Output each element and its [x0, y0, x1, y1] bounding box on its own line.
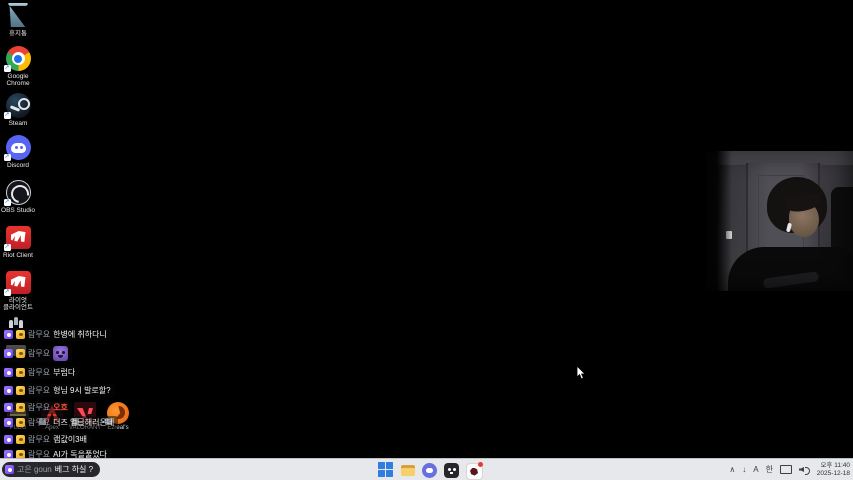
tray-chevron-up-icon[interactable]: ∧	[729, 459, 735, 480]
chat-username: 람무요	[28, 403, 51, 412]
chat-text: 베그 하실 ?	[54, 465, 94, 474]
obs-studio-icon: ↗	[3, 180, 31, 206]
start-button[interactable]	[378, 461, 394, 478]
shortcut-arrow-icon: ↗	[3, 154, 11, 161]
webcam-overlay	[706, 151, 853, 291]
chat-text: 한병에 취하다니	[53, 330, 107, 339]
desktop-icon-label: Discord	[6, 162, 30, 169]
dark-app-taskbar-icon[interactable]	[444, 462, 460, 478]
taskbar: ∧ ↓ A 한 오후 11:40 2025-12-18	[0, 458, 853, 480]
desktop-icon-riot-client[interactable]: ↗ Riot Client	[0, 225, 36, 259]
chat-text: 부럽다	[53, 368, 76, 377]
chat-message: 람무요 한병에 취하다니	[2, 328, 111, 341]
app-with-notification-icon[interactable]	[466, 461, 483, 480]
ime-korean-indicator[interactable]: 한	[766, 459, 773, 480]
chat-message: 람무요 형님 9시 발로할?	[2, 384, 115, 397]
chat-message: 람무요 오호	[2, 401, 72, 414]
mouse-cursor	[576, 366, 586, 380]
taskbar-clock[interactable]: 오후 11:40 2025-12-18	[817, 462, 850, 477]
subscriber-badge-icon	[5, 465, 14, 474]
subscriber-badge-icon	[4, 349, 13, 358]
desktop-icon-label: Riot Client	[3, 252, 33, 259]
shortcut-arrow-icon: ↗	[3, 199, 11, 206]
discord-icon: ↗	[3, 135, 31, 161]
discord-taskbar-icon[interactable]	[422, 462, 438, 478]
desktop-icon-riot-client-kr[interactable]: ↗ 라이엇 클라이언트	[0, 270, 36, 311]
subscriber-badge-icon	[4, 403, 13, 412]
chat-username: 람무요	[28, 435, 51, 444]
desktop-icon-discord[interactable]: ↗ Discord	[0, 135, 36, 169]
recycle-bin-icon	[6, 3, 31, 28]
chat-text: 램값이3배	[53, 435, 87, 444]
clock-date: 2025-12-18	[816, 469, 850, 477]
chat-username: 람무요	[28, 386, 51, 395]
chat-username: 람무요	[28, 349, 51, 358]
chat-text: 형님 9시 발로할?	[53, 386, 111, 395]
desktop-icon-label: OBS Studio	[1, 207, 35, 214]
file-explorer-icon[interactable]	[400, 462, 416, 478]
fan-badge-icon	[16, 435, 25, 444]
desktop-icon-label: 휴지통	[9, 30, 27, 37]
fan-badge-icon	[16, 403, 25, 412]
display-tray-icon[interactable]	[780, 465, 792, 474]
tray-download-arrow-icon[interactable]: ↓	[742, 459, 746, 480]
shortcut-arrow-icon: ↗	[3, 112, 11, 119]
chat-message-pinned: 고은 goun 베그 하실 ?	[2, 462, 101, 477]
fan-badge-icon	[16, 386, 25, 395]
desktop-icon-label: 라이엇 클라이언트	[3, 297, 33, 311]
subscriber-badge-icon	[4, 330, 13, 339]
desktop-icon-chrome[interactable]: ↗ Google Chrome	[0, 46, 36, 87]
fan-badge-icon	[16, 330, 25, 339]
chat-username: 람무요	[28, 330, 51, 339]
chat-username: 람무요	[28, 368, 51, 377]
desktop-icon-label: Steam	[8, 120, 28, 127]
webcam-vignette	[706, 151, 853, 291]
chat-username: 고은 goun	[17, 465, 52, 474]
desktop-icon-obs[interactable]: ↗ OBS Studio	[0, 180, 36, 214]
chat-message: 람무요 더즈 업글해러온데	[2, 416, 119, 429]
fan-badge-icon	[16, 418, 25, 427]
desktop-icon-steam[interactable]: ↗ Steam	[0, 93, 36, 127]
ime-english-indicator[interactable]: A	[753, 459, 758, 480]
fan-badge-icon	[16, 368, 25, 377]
chat-username: 람무요	[28, 418, 51, 427]
chat-text: 더즈 업글해러온데	[53, 418, 115, 427]
crying-emote-icon	[53, 346, 69, 361]
shortcut-arrow-icon: ↗	[3, 289, 11, 296]
chat-message: 람무요	[2, 345, 73, 362]
shortcut-arrow-icon: ↗	[3, 244, 11, 251]
chrome-icon: ↗	[3, 46, 31, 72]
riot-client-icon: ↗	[3, 225, 31, 251]
fan-badge-icon	[16, 349, 25, 358]
chat-text: 오호	[53, 403, 68, 412]
chat-message: 람무요 부럽다	[2, 366, 80, 379]
desktop: 휴지통 ↗ Google Chrome ↗ Steam ↗ Discord ↗ …	[0, 0, 853, 480]
steam-icon: ↗	[3, 93, 31, 119]
shortcut-arrow-icon: ↗	[3, 65, 11, 72]
riot-client-icon: ↗	[3, 270, 31, 296]
subscriber-badge-icon	[4, 435, 13, 444]
subscriber-badge-icon	[4, 418, 13, 427]
desktop-icon-recycle-bin[interactable]: 휴지통	[0, 3, 36, 37]
subscriber-badge-icon	[4, 368, 13, 377]
subscriber-badge-icon	[4, 386, 13, 395]
desktop-icon-label: Google Chrome	[6, 73, 30, 87]
chat-message: 람무요 램값이3배	[2, 433, 91, 446]
clock-time: 오후 11:40	[820, 462, 850, 469]
speaker-tray-icon[interactable]	[799, 465, 810, 475]
